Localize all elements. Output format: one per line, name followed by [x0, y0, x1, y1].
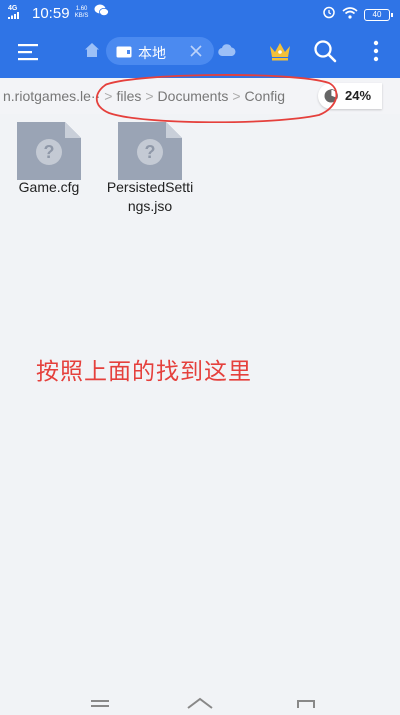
wechat-icon	[94, 4, 109, 22]
chevron-right-icon: >	[104, 88, 113, 104]
svg-text:?: ?	[145, 142, 156, 162]
storage-percent: 24%	[345, 88, 372, 103]
tab-label: 本地	[138, 45, 166, 61]
breadcrumb-item-config[interactable]: Config	[242, 88, 288, 104]
home-icon[interactable]	[84, 42, 100, 58]
breadcrumb-item-files[interactable]: files	[113, 88, 144, 104]
unknown-file-icon: ?	[116, 120, 184, 182]
chevron-right-icon: >	[145, 88, 154, 104]
more-vert-icon[interactable]	[364, 39, 388, 63]
search-icon[interactable]	[313, 39, 337, 63]
back-icon	[297, 700, 315, 708]
battery-icon: 40	[364, 8, 393, 21]
menu-icon[interactable]	[16, 40, 40, 64]
annotation-text: 按照上面的找到这里	[36, 358, 252, 384]
network-speed: 1.60 KB/S	[74, 6, 90, 20]
breadcrumb-item-package[interactable]: n.riotgames.le··	[0, 88, 103, 104]
breadcrumb: n.riotgames.le·· > files > Documents > C…	[0, 78, 400, 114]
recent-apps-icon	[91, 700, 109, 707]
speed-unit: KB/S	[74, 13, 89, 19]
crown-icon[interactable]	[268, 40, 292, 62]
wifi-icon	[342, 6, 358, 24]
status-bar: 4G 10:59 1.60 KB/S 40	[0, 0, 400, 26]
breadcrumb-item-documents[interactable]: Documents	[155, 88, 232, 104]
device-icon	[116, 45, 132, 58]
cloud-icon[interactable]	[218, 43, 236, 57]
storage-usage-button[interactable]: 24%	[318, 83, 382, 109]
close-icon[interactable]	[188, 43, 204, 59]
signal-icon: 4G	[8, 5, 28, 21]
pie-chart-icon	[324, 89, 338, 103]
file-name: Game.cfg	[18, 179, 80, 195]
svg-text:?: ?	[44, 142, 55, 162]
unknown-file-icon: ?	[15, 120, 83, 182]
home-nav-icon	[187, 697, 213, 709]
clock: 10:59	[32, 4, 70, 22]
network-type: 4G	[8, 5, 18, 12]
alarm-icon	[322, 5, 336, 24]
file-name: PersistedSettings.jso	[106, 179, 194, 214]
app-toolbar: 本地	[0, 26, 400, 78]
tab-local-storage[interactable]: 本地	[106, 37, 214, 65]
chevron-right-icon: >	[232, 88, 241, 104]
speed-value: 1.60	[75, 6, 88, 12]
system-nav-bar	[0, 690, 400, 710]
